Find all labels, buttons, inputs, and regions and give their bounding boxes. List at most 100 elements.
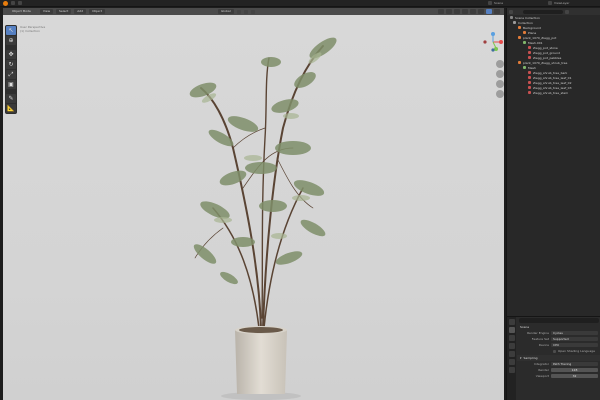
viewport-info: User Perspective (1) Collection [20, 25, 45, 33]
outliner-item-icon [528, 46, 531, 49]
zoom-icon[interactable] [496, 60, 504, 68]
scene-icon [488, 1, 492, 5]
tool-shelf: ↖ ⊕ ✥ ↻ ⤢ ▣ ✎ 📐 [5, 25, 17, 114]
outliner-search-input[interactable] [523, 9, 563, 14]
object-menu[interactable]: Object [89, 9, 105, 14]
transform-tool[interactable]: ▣ [6, 80, 16, 89]
viewport-samples-field[interactable]: 32 [551, 374, 598, 378]
proportional-edit-icon[interactable] [250, 9, 255, 14]
object-tab-icon[interactable] [508, 367, 515, 373]
render-engine-dropdown[interactable]: Cycles [551, 331, 598, 335]
editor-type-icon[interactable] [11, 1, 15, 5]
device-dropdown[interactable]: CPU [551, 343, 598, 347]
wireframe-shading-icon[interactable] [470, 9, 476, 14]
properties-panel: Scene Render Engine Cycles Feature Set S… [506, 316, 600, 400]
scene-name: Scene [494, 1, 504, 5]
solid-shading-icon[interactable] [478, 9, 484, 14]
sampling-title: Sampling [523, 356, 538, 360]
outliner-item-icon [518, 36, 521, 39]
outliner-item-label: Collection [518, 20, 533, 25]
outliner-item-label: Ziegg_shrub_tree_bark [533, 70, 568, 75]
active-collection: (1) Collection [20, 29, 41, 33]
potted-plant-render [189, 37, 337, 400]
outliner-item-label: Mesh.001 [528, 40, 543, 45]
output-tab-icon[interactable] [508, 335, 515, 341]
outliner-item-icon [513, 21, 516, 24]
collection-icon [510, 16, 513, 19]
render-samples-label: Render [538, 368, 549, 372]
outliner-item-icon [518, 61, 521, 64]
outliner-item-label: Ziegg_pot_pebbles [533, 55, 562, 60]
outliner-tree: Collection Background Plane plant_1070_Zieg… [507, 20, 600, 95]
outliner-item-label: Ziegg_shrub_tree_leaf_03 [533, 85, 572, 90]
render-tab-icon[interactable] [508, 327, 515, 333]
render-samples-field[interactable]: 128 [551, 368, 598, 372]
add-menu[interactable]: Add [74, 9, 87, 14]
view-layer-tab-icon[interactable] [508, 343, 515, 349]
move-tool[interactable]: ✥ [6, 50, 16, 59]
world-tab-icon[interactable] [508, 359, 515, 365]
outliner-item-label: Ziegg_shrub_tree_stem [533, 90, 569, 95]
filter-icon[interactable] [565, 9, 569, 14]
select-menu[interactable]: Select [56, 9, 72, 14]
viewport-samples-label: Viewport [535, 374, 549, 378]
view-layer-selector[interactable]: ViewLayer [548, 1, 569, 5]
camera-view-icon[interactable] [496, 80, 504, 88]
navigation-gizmo[interactable] [481, 30, 504, 54]
cursor-tool[interactable]: ⊕ [6, 36, 16, 45]
scene-selector[interactable]: Scene [488, 1, 503, 5]
outliner-item-label: plant_1070_Ziegg_pot [523, 35, 557, 40]
visibility-icon[interactable] [438, 9, 444, 14]
select-box-tool[interactable]: ↖ [6, 26, 16, 35]
scene-collection-label: Scene Collection [515, 15, 540, 20]
measure-tool[interactable]: 📐 [6, 104, 16, 113]
view-layer-name: ViewLayer [554, 1, 570, 5]
snap-icon[interactable] [243, 9, 248, 14]
feature-set-label: Feature Set [531, 337, 549, 341]
outliner-item-icon [528, 91, 531, 94]
orientation-dropdown[interactable]: Global [218, 9, 234, 14]
z-axis-icon [491, 32, 495, 36]
outliner-item-label: Ziegg_shrub_tree_leaf_02 [533, 80, 572, 85]
y-axis-icon [494, 47, 498, 51]
rotate-tool[interactable]: ↻ [6, 60, 16, 69]
properties-search-input[interactable] [519, 318, 599, 323]
view-menu[interactable]: View [39, 9, 54, 14]
material-preview-icon[interactable] [486, 9, 492, 14]
rendered-shading-icon[interactable] [494, 9, 500, 14]
outliner-item-icon [523, 66, 526, 69]
mode-dropdown[interactable]: Object Mode [6, 9, 37, 14]
outliner-item-label: Ziegg_pot_ground [533, 50, 561, 55]
pan-icon[interactable] [496, 70, 504, 78]
outliner-item[interactable]: Ziegg_shrub_tree_stem [507, 90, 600, 95]
overlay-toggle-icon[interactable] [454, 9, 460, 14]
shading-controls [438, 9, 500, 14]
render-engine-label: Render Engine [527, 331, 549, 335]
workspace-icon[interactable] [18, 1, 22, 5]
annotate-tool[interactable]: ✎ [6, 94, 16, 103]
3d-viewport[interactable]: Object Mode View Select Add Object Globa… [3, 8, 504, 400]
scene-tab-icon[interactable] [508, 351, 515, 357]
outliner-item-label: plant_1070_Ziegg_shrub_tree [523, 60, 568, 65]
xray-icon[interactable] [462, 9, 468, 14]
outliner-item-label: Background [523, 25, 541, 30]
integrator-label: Integrator [533, 362, 549, 366]
outliner-panel: Scene Collection Collection Background Pla… [506, 8, 600, 316]
transform-controls: Global [218, 9, 255, 14]
outliner-item-label: Ziegg_pot_stone [533, 45, 558, 50]
pivot-icon[interactable] [236, 9, 241, 14]
outliner-editor-icon[interactable] [509, 9, 513, 14]
context-title: Scene [520, 325, 530, 329]
integrator-dropdown[interactable]: Path Tracing [551, 362, 598, 366]
osl-checkbox[interactable] [553, 349, 556, 353]
tool-tab-icon[interactable] [508, 319, 515, 325]
feature-set-dropdown[interactable]: Supported [551, 337, 598, 341]
x-axis-icon [499, 40, 503, 44]
osl-checkbox-row[interactable]: Open Shading Language [517, 348, 600, 354]
properties-tabs [507, 317, 516, 400]
blender-logo-icon[interactable] [3, 0, 8, 6]
perspective-toggle-icon[interactable] [496, 90, 504, 98]
viewport-header: Object Mode View Select Add Object Globa… [3, 8, 504, 15]
scale-tool[interactable]: ⤢ [6, 70, 16, 79]
gizmo-toggle-icon[interactable] [446, 9, 452, 14]
